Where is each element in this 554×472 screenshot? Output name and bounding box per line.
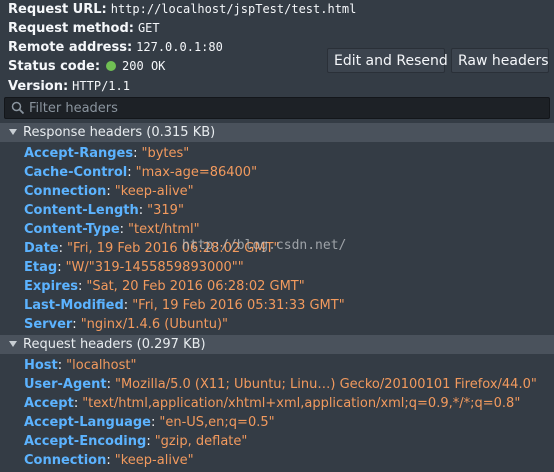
header-name: Connection [24,453,107,468]
remote-address-label: Remote address: [8,40,133,55]
version-value: HTTP/1.1 [72,79,130,93]
response-headers-title: Response headers (0.315 KB) [23,125,216,140]
header-separator: : [146,434,151,449]
header-row[interactable]: Server: "nginx/1.4.6 (Ubuntu)" [24,315,228,334]
header-name: Last-Modified [24,298,124,313]
header-value: "gzip, deflate" [154,434,248,449]
request-url-label: Request URL: [8,2,107,17]
header-name: Date [24,241,59,256]
header-row[interactable]: Date: "Fri, 19 Feb 2016 06:28:02 GMT" [24,239,280,258]
header-name: Cache-Control [24,165,128,180]
remote-address-value: 127.0.0.1:80 [136,40,223,54]
status-code-row: Status code: 200 OK [8,57,165,76]
header-value: "text/html,application/xhtml+xml,applica… [82,396,521,411]
filter-headers-box[interactable] [4,97,550,119]
header-row[interactable]: Expires: "Sat, 20 Feb 2016 06:28:02 GMT" [24,277,305,296]
header-row[interactable]: Accept-Encoding: "gzip, deflate" [24,432,247,451]
header-separator: : [73,396,79,411]
header-separator: : [57,358,63,373]
header-row[interactable]: Accept: "text/html,application/xhtml+xml,… [24,394,520,413]
header-row[interactable]: Last-Modified: "Fri, 19 Feb 2016 05:31:33… [24,296,345,315]
header-name: Content-Length [24,203,139,218]
header-name: Connection [24,184,107,199]
header-row[interactable]: Connection: "keep-alive" [24,451,194,470]
header-name: Accept-Language [24,415,151,430]
header-value: "319" [147,203,184,218]
status-code-label: Status code: [8,59,101,74]
header-separator: : [150,415,156,430]
header-separator: : [119,222,125,237]
header-row[interactable]: Connection: "keep-alive" [24,182,194,201]
version-label: Version: [8,79,69,94]
header-separator: : [106,453,111,468]
request-url-value: http://localhost/jspTest/test.html [110,2,357,16]
header-name: Etag [24,260,58,275]
header-name: Accept-Ranges [24,146,134,161]
header-row[interactable]: Cache-Control: "max-age=86400" [24,163,257,182]
response-headers-group[interactable]: Response headers (0.315 KB) [0,123,554,142]
header-row[interactable]: Etag: "W/"319-1455859893000"" [24,258,244,277]
header-value: "en-US,en;q=0.5" [159,415,275,430]
header-value: "max-age=86400" [135,165,258,180]
header-value: "keep-alive" [114,453,194,468]
header-name: Accept [24,396,74,411]
header-row[interactable]: Host: "localhost" [24,356,136,375]
header-value: "localhost" [66,358,137,373]
request-headers-title: Request headers (0.297 KB) [23,337,206,352]
header-value: "keep-alive" [114,184,194,199]
header-row[interactable]: Content-Length: "319" [24,201,184,220]
header-value: "bytes" [141,146,190,161]
request-summary: Request URL: http://localhost/jspTest/tes… [0,0,554,96]
header-separator: : [57,260,62,275]
header-value: "nginx/1.4.6 (Ubuntu)" [80,317,228,332]
header-name: Server [24,317,73,332]
header-name: Expires [24,279,78,294]
request-headers-group[interactable]: Request headers (0.297 KB) [0,335,554,354]
request-url-row: Request URL: http://localhost/jspTest/tes… [8,0,356,19]
header-separator: : [78,279,83,294]
remote-address-row: Remote address: 127.0.0.1:80 [8,38,223,57]
header-separator: : [72,317,77,332]
header-value: "Fri, 19 Feb 2016 06:28:02 GMT" [67,241,280,256]
header-value: "Fri, 19 Feb 2016 05:31:33 GMT" [132,298,345,313]
header-value: "Mozilla/5.0 (X11; Ubuntu; Linu…) Gecko/… [114,377,537,392]
header-separator: : [123,298,129,313]
header-value: "W/"319-1455859893000"" [65,260,244,275]
status-ok-icon [106,61,117,71]
header-separator: : [138,203,144,218]
header-name: Content-Type [24,222,120,237]
header-name: Accept-Encoding [24,434,147,449]
header-row[interactable]: Content-Type: "text/html" [24,220,200,239]
header-separator: : [133,146,138,161]
header-value: "text/html" [128,222,200,237]
filter-headers-input[interactable] [29,98,539,118]
header-separator: : [106,377,111,392]
search-icon [11,101,25,115]
header-name: Host [24,358,58,373]
header-row[interactable]: Accept-Language: "en-US,en;q=0.5" [24,413,275,432]
request-method-row: Request method: GET [8,19,160,38]
edit-and-resend-button[interactable]: Edit and Resend [327,48,448,73]
header-separator: : [127,165,132,180]
header-separator: : [58,241,63,256]
header-name: User-Agent [24,377,107,392]
status-code-value: 200 OK [122,59,166,73]
raw-headers-button[interactable]: Raw headers [451,48,549,73]
collapse-arrow-icon[interactable] [9,129,17,135]
version-row: Version: HTTP/1.1 [8,77,130,96]
request-method-label: Request method: [8,21,134,36]
request-method-value: GET [137,21,160,35]
header-value: "Sat, 20 Feb 2016 06:28:02 GMT" [86,279,305,294]
header-row[interactable]: Accept-Ranges: "bytes" [24,144,189,163]
collapse-arrow-icon[interactable] [9,341,17,347]
header-separator: : [106,184,111,199]
header-row[interactable]: User-Agent: "Mozilla/5.0 (X11; Ubuntu; Li… [24,375,537,394]
